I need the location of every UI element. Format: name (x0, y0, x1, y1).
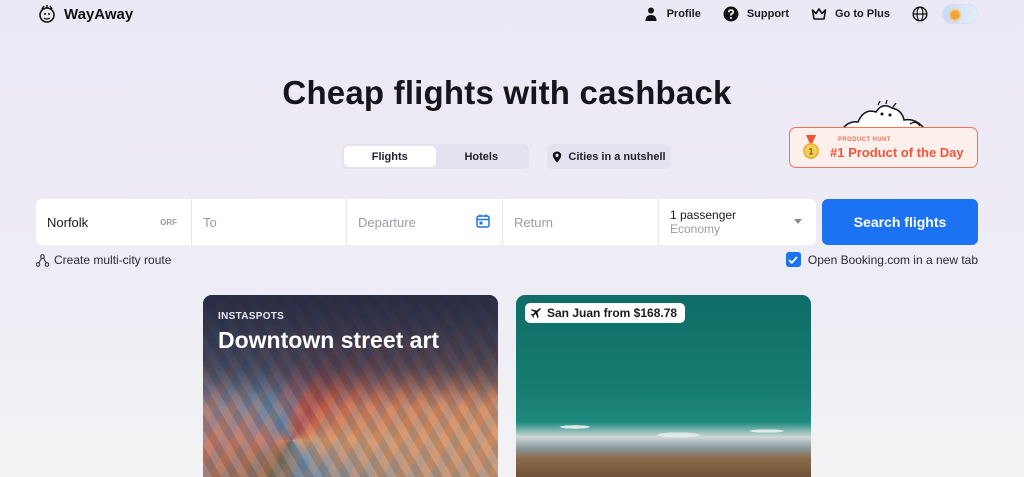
origin-iata-code: ORF (160, 217, 177, 227)
help-icon (723, 6, 739, 22)
booking-option: Open Booking.com in a new tab (785, 252, 978, 267)
destination-field[interactable]: To (192, 199, 347, 245)
passenger-count: 1 passenger (670, 207, 737, 222)
brand-name: WayAway (64, 5, 134, 23)
departure-placeholder: Departure (358, 214, 416, 230)
booking-checkbox[interactable] (785, 252, 801, 267)
currency-flag-icon[interactable] (942, 4, 978, 24)
location-pin-icon (553, 151, 562, 162)
return-placeholder: Return (514, 214, 554, 230)
checkmark-icon (788, 255, 799, 264)
airplane-icon (531, 307, 541, 318)
card-title: Downtown street art (218, 327, 440, 353)
globe-icon (912, 6, 928, 22)
product-hunt-badge[interactable]: 1 PRODUCT HUNT #1 Product of the Day (789, 127, 978, 168)
passengers-select[interactable]: 1 passenger Economy (659, 199, 816, 245)
cabin-class: Economy (670, 222, 721, 236)
price-tag: San Juan from $168.78 (525, 303, 686, 323)
nav-plus-label: Go to Plus (835, 8, 890, 20)
route-icon (36, 253, 49, 267)
product-hunt-label: PRODUCT HUNT (838, 136, 891, 143)
tab-flights[interactable]: Flights (344, 146, 436, 167)
price-tag-label: San Juan from $168.78 (547, 306, 678, 320)
multi-city-link[interactable]: Create multi-city route (36, 253, 171, 267)
card-eyebrow: INSTASPOTS (218, 311, 285, 322)
instaspots-card[interactable]: INSTASPOTS Downtown street art (203, 295, 498, 477)
person-icon (645, 7, 657, 21)
departure-date-field[interactable]: Departure (347, 199, 503, 245)
multi-city-label: Create multi-city route (54, 253, 172, 267)
calendar-icon[interactable] (476, 214, 490, 228)
crown-icon (811, 8, 827, 20)
top-nav: Profile Support Go to Plus (621, 4, 978, 24)
nav-profile-label: Profile (666, 8, 701, 20)
return-date-field[interactable]: Return (503, 199, 659, 245)
product-hunt-text: PRODUCT HUNT #1 Product of the Day (830, 137, 964, 159)
logo[interactable]: WayAway (36, 3, 133, 25)
cities-in-a-nutshell-button[interactable]: Cities in a nutshell (547, 144, 671, 169)
nav-profile[interactable]: Profile (643, 6, 701, 22)
language-selector[interactable] (912, 6, 928, 22)
origin-value: Norfolk (47, 214, 89, 230)
tab-hotels[interactable]: Hotels (436, 146, 528, 167)
origin-field[interactable]: Norfolk ORF (36, 199, 192, 245)
cities-label: Cities in a nutshell (568, 150, 666, 163)
medal-number: 1 (808, 146, 813, 156)
nav-support[interactable]: Support (723, 6, 789, 22)
header: WayAway Profile Support Go to Plus (0, 0, 1024, 30)
product-of-the-day: #1 Product of the Day (830, 144, 964, 160)
wayaway-logo-icon (39, 5, 55, 23)
nav-support-label: Support (746, 8, 789, 20)
search-flights-button[interactable]: Search flights (822, 199, 978, 245)
destination-deal-card[interactable]: San Juan from $168.78 (516, 295, 811, 477)
booking-checkbox-label: Open Booking.com in a new tab (807, 252, 978, 267)
medal-icon: 1 (803, 134, 819, 159)
destination-placeholder: To (203, 214, 217, 230)
chevron-down-icon (794, 219, 802, 224)
search-type-tabs: Flights Hotels (342, 144, 529, 169)
nav-go-to-plus[interactable]: Go to Plus (811, 6, 890, 22)
ocean-beach-image (516, 415, 811, 455)
card-shade (203, 295, 498, 477)
flight-search-form: Norfolk ORF To Departure Return 1 passen… (36, 199, 816, 245)
